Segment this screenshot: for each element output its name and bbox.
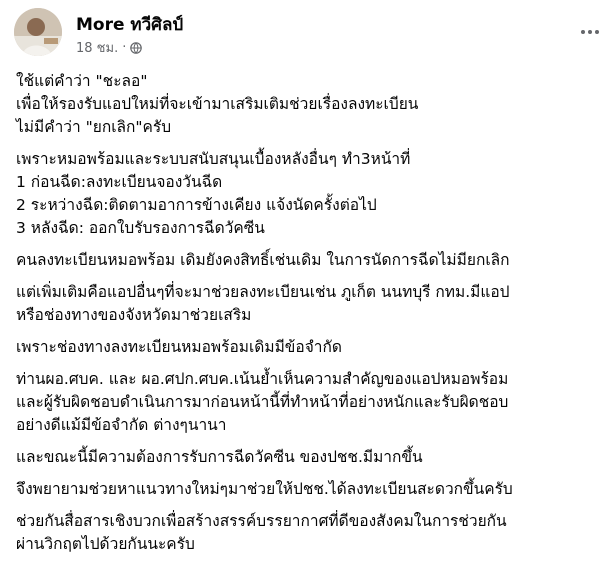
- post-text-line: ไม่มีคำว่า "ยกเลิก"ครับ: [16, 118, 172, 136]
- post-header: More ทวีศิลป์ 18 ชม. ·: [14, 8, 604, 60]
- post-paragraph: ใช้แต่คำว่า "ชะลอ" เพื่อให้รองรับแอปใหม่ท…: [16, 70, 606, 139]
- post-timestamp[interactable]: 18 ชม.: [76, 37, 118, 58]
- post-text-line: 3 หลังฉีด: ออกใบรับรองการฉีดวัคซีน: [16, 219, 265, 237]
- more-options-icon[interactable]: [576, 22, 604, 42]
- globe-icon[interactable]: [130, 41, 143, 54]
- post-text-line: หรือช่องทางของจังหวัดมาช่วยเสริม: [16, 306, 252, 324]
- post-paragraph: คนลงทะเบียนหมอพร้อม เดิมยังคงสิทธิ์เช่นเ…: [16, 249, 606, 272]
- post-text-line: แต่เพิ่มเติมคือแอปอื่นๆที่จะมาช่วยลงทะเบ…: [16, 283, 510, 301]
- post-text-line: ท่านผอ.ศบค. และ ผอ.ศปก.ศบค.เน้นย้ำเห็นคว…: [16, 370, 509, 388]
- post-text-line: 2 ระหว่างฉีด:ติดตามอาการข้างเคียง แจ้งนั…: [16, 196, 377, 214]
- post-paragraph: ช่วยกันสื่อสารเชิงบวกเพื่อสร้างสรรค์บรรย…: [16, 510, 606, 556]
- avatar[interactable]: [14, 8, 62, 56]
- post-paragraph: จึงพยายามช่วยหาแนวทางใหม่ๆมาช่วยให้ปชช.ไ…: [16, 478, 606, 501]
- post-paragraph: เพราะหมอพร้อมและระบบสนับสนุนเบื้องหลังอื…: [16, 148, 606, 240]
- meta-separator: ·: [122, 40, 127, 55]
- post-paragraph: และขณะนี้มีความต้องการรับการฉีดวัคซีน ขอ…: [16, 446, 606, 469]
- post-text-line: เพราะหมอพร้อมและระบบสนับสนุนเบื้องหลังอื…: [16, 150, 411, 168]
- post-text-line: และขณะนี้มีความต้องการรับการฉีดวัคซีน ขอ…: [16, 448, 423, 466]
- post-text-line: คนลงทะเบียนหมอพร้อม เดิมยังคงสิทธิ์เช่นเ…: [16, 251, 510, 269]
- post-paragraph: ท่านผอ.ศบค. และ ผอ.ศปก.ศบค.เน้นย้ำเห็นคว…: [16, 368, 606, 437]
- facebook-post: More ทวีศิลป์ 18 ชม. · ใช้แต่คำว่า "ชะลอ…: [0, 0, 616, 583]
- post-paragraph: แต่เพิ่มเติมคือแอปอื่นๆที่จะมาช่วยลงทะเบ…: [16, 281, 606, 327]
- post-text-line: เพราะช่องทางลงทะเบียนหมอพร้อมเดิมมีข้อจำ…: [16, 338, 342, 356]
- post-text-line: เพื่อให้รองรับแอปใหม่ที่จะเข้ามาเสริมเติ…: [16, 95, 419, 113]
- post-meta: 18 ชม. ·: [76, 37, 143, 58]
- avatar-photo: [14, 8, 62, 56]
- author-name[interactable]: More ทวีศิลป์: [76, 11, 183, 38]
- post-text-line: 1 ก่อนฉีด:ลงทะเบียนจองวันฉีด: [16, 173, 223, 191]
- post-text-line: อย่างดีแม้มีข้อจำกัด ต่างๆนานา: [16, 416, 227, 434]
- post-text-line: และผู้รับผิดชอบดำเนินการมาก่อนหน้านี้ที่…: [16, 393, 509, 411]
- post-paragraph: เพราะช่องทางลงทะเบียนหมอพร้อมเดิมมีข้อจำ…: [16, 336, 606, 359]
- post-text-line: ผ่านวิกฤตไปด้วยกันนะครับ: [16, 535, 195, 553]
- post-body: ใช้แต่คำว่า "ชะลอ" เพื่อให้รองรับแอปใหม่ท…: [16, 70, 606, 565]
- post-text-line: จึงพยายามช่วยหาแนวทางใหม่ๆมาช่วยให้ปชช.ไ…: [16, 480, 513, 498]
- post-text-line: ช่วยกันสื่อสารเชิงบวกเพื่อสร้างสรรค์บรรย…: [16, 512, 507, 530]
- post-text-line: ใช้แต่คำว่า "ชะลอ": [16, 72, 148, 90]
